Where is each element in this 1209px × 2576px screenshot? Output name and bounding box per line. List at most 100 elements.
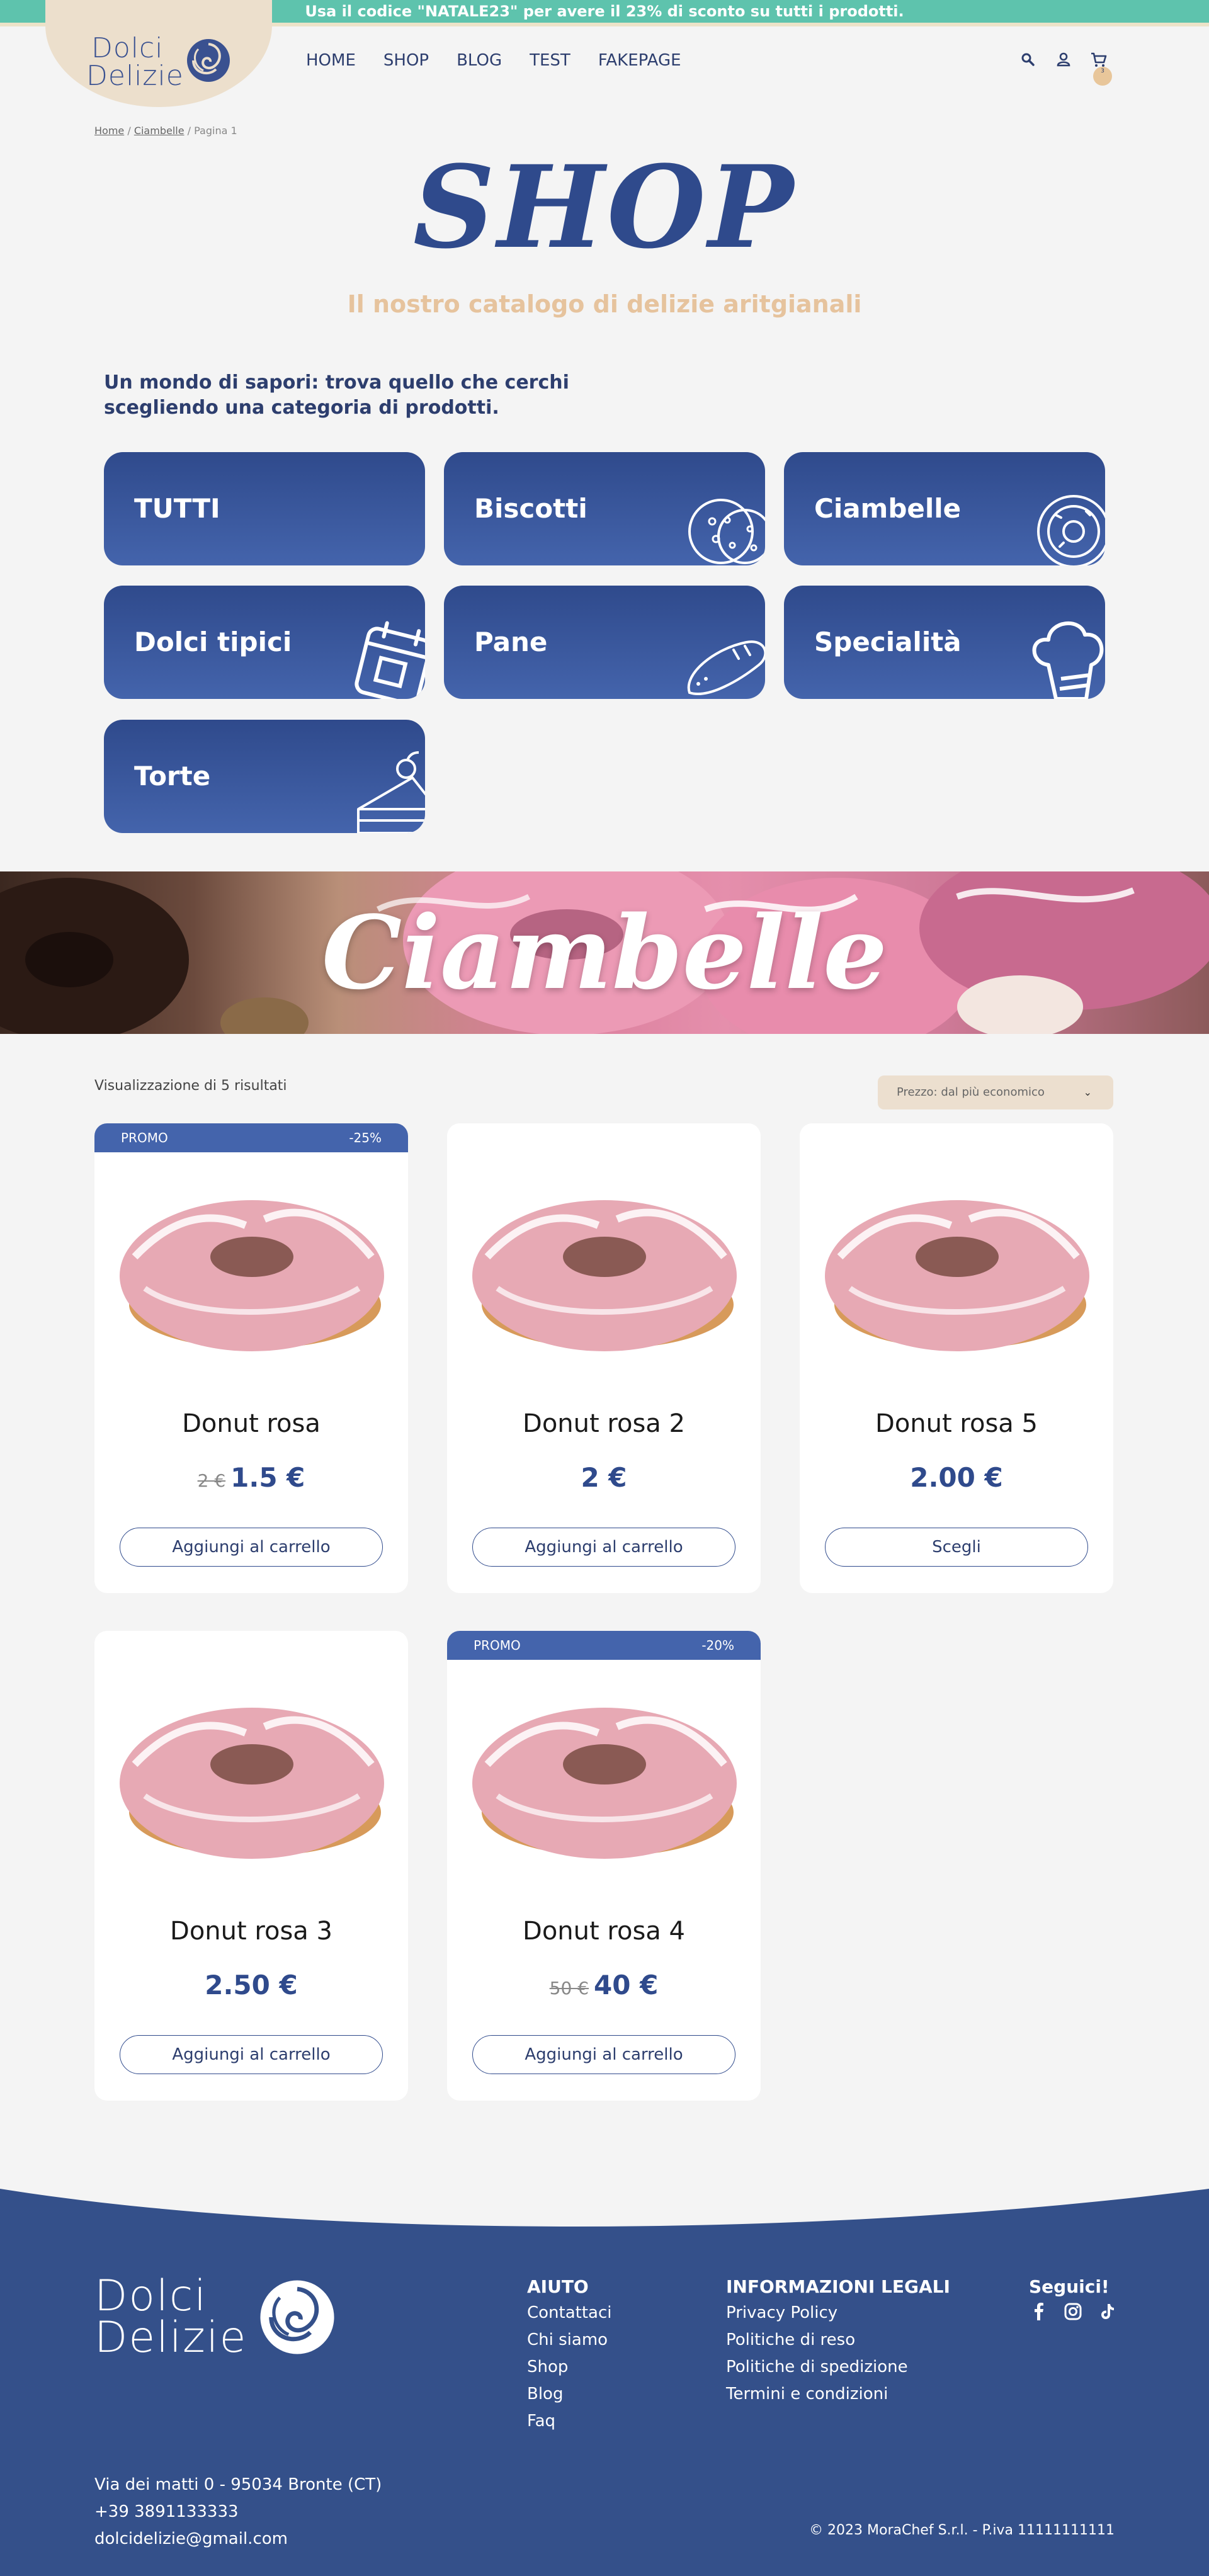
product-card[interactable]: PROMO -20% Donut rosa 4 50 €40 € Aggiung… <box>447 1631 761 2101</box>
footer-phone[interactable]: +39 3891133333 <box>94 2499 382 2526</box>
add-to-cart-button[interactable]: Aggiungi al carrello <box>120 1528 383 1567</box>
breadcrumb-current: Pagina 1 <box>194 125 237 137</box>
footer-logo-line-1: Dolci <box>94 2271 208 2321</box>
main-nav: HOME SHOP BLOG TEST FAKEPAGE <box>306 50 681 71</box>
footer-copyright: © 2023 MoraChef S.r.l. - P.iva 111111111… <box>809 2522 1115 2538</box>
footer-link-chi-siamo[interactable]: Chi siamo <box>527 2327 612 2354</box>
category-label: Biscotti <box>474 493 587 524</box>
sort-select[interactable]: Prezzo: dal più economico ⌄ <box>878 1075 1113 1109</box>
nav-test[interactable]: TEST <box>530 50 570 71</box>
footer-link-contattaci[interactable]: Contattaci <box>527 2300 612 2327</box>
footer-link-shipping[interactable]: Politiche di spedizione <box>726 2354 950 2381</box>
bread-icon <box>687 640 765 695</box>
product-image[interactable] <box>120 1162 384 1370</box>
nav-blog[interactable]: BLOG <box>457 50 502 71</box>
footer-link-shop[interactable]: Shop <box>527 2354 612 2381</box>
footer-social-title: Seguici! <box>1029 2276 1110 2297</box>
category-label: Specialità <box>814 627 962 657</box>
category-tile-torte[interactable]: Torte <box>104 720 425 833</box>
nav-home[interactable]: HOME <box>306 50 356 71</box>
footer-logo[interactable]: Dolci Delizie <box>94 2271 258 2363</box>
user-icon[interactable] <box>1054 50 1073 69</box>
tiktok-icon[interactable] <box>1097 2301 1117 2322</box>
chevron-down-icon: ⌄ <box>1083 1086 1092 1098</box>
breadcrumb-category[interactable]: Ciambelle <box>134 125 184 137</box>
category-label: Torte <box>134 761 211 792</box>
nav-fakepage[interactable]: FAKEPAGE <box>598 50 681 71</box>
product-name[interactable]: Donut rosa <box>94 1408 408 1439</box>
footer-legal-title: INFORMAZIONI LEGALI <box>726 2276 950 2297</box>
category-label: Pane <box>474 627 548 657</box>
nav-shop[interactable]: SHOP <box>383 50 429 71</box>
product-price: 2 € <box>447 1462 761 1494</box>
cookie-icon <box>688 499 765 564</box>
footer-address: Via dei matti 0 - 95034 Bronte (CT) <box>94 2475 382 2494</box>
product-name[interactable]: Donut rosa 4 <box>447 1915 761 1947</box>
category-intro-text: Un mondo di sapori: trova quello che cer… <box>104 372 569 419</box>
instagram-icon[interactable] <box>1063 2301 1083 2322</box>
product-card[interactable]: Donut rosa 3 2.50 € Aggiungi al carrello <box>94 1631 408 2101</box>
footer-link-blog[interactable]: Blog <box>527 2381 612 2408</box>
logo-line-1: Dolci <box>91 32 164 64</box>
current-price: 2.00 € <box>910 1462 1003 1493</box>
product-card[interactable]: Donut rosa 5 2.00 € Scegli <box>800 1123 1113 1593</box>
logo-line-2: Delizie <box>86 60 184 92</box>
chef-hat-icon <box>1032 621 1104 699</box>
product-card[interactable]: Donut rosa 2 2 € Aggiungi al carrello <box>447 1123 761 1593</box>
search-icon[interactable] <box>1019 50 1038 69</box>
category-label: TUTTI <box>134 493 220 524</box>
category-label: Ciambelle <box>814 493 962 524</box>
social-links <box>1029 2301 1117 2322</box>
product-name[interactable]: Donut rosa 3 <box>94 1915 408 1947</box>
donut-icon <box>1037 495 1105 565</box>
promo-label: PROMO <box>474 1638 521 1653</box>
breadcrumb-home[interactable]: Home <box>94 125 124 137</box>
footer-legal-column: INFORMAZIONI LEGALI Privacy Policy Polit… <box>726 2276 950 2408</box>
page-title: SHOP <box>412 141 797 274</box>
choose-button[interactable]: Scegli <box>825 1528 1088 1567</box>
current-price: 1.5 € <box>230 1462 305 1493</box>
product-price: 2.00 € <box>800 1462 1113 1494</box>
product-image[interactable] <box>120 1670 384 1878</box>
add-to-cart-button[interactable]: Aggiungi al carrello <box>472 2035 735 2074</box>
promo-label: PROMO <box>121 1130 168 1145</box>
category-tile-tutti[interactable]: TUTTI <box>104 452 425 565</box>
category-tile-dolci-tipici[interactable]: Dolci tipici <box>104 586 425 699</box>
footer-link-terms[interactable]: Termini e condizioni <box>726 2381 950 2408</box>
footer-help-column: AIUTO Contattaci Chi siamo Shop Blog Faq <box>527 2276 612 2435</box>
category-label: Dolci tipici <box>134 627 292 657</box>
product-image[interactable] <box>825 1162 1089 1370</box>
current-price: 40 € <box>594 1970 659 2000</box>
footer-link-faq[interactable]: Faq <box>527 2408 612 2435</box>
swirl-logo-icon <box>187 39 230 82</box>
cart-icon[interactable]: 3 <box>1089 50 1112 86</box>
product-name[interactable]: Donut rosa 2 <box>447 1408 761 1439</box>
add-to-cart-button[interactable]: Aggiungi al carrello <box>120 2035 383 2074</box>
breadcrumb: Home / Ciambelle / Pagina 1 <box>94 125 237 137</box>
product-price: 50 €40 € <box>447 1970 761 2001</box>
discount-label: -20% <box>701 1638 734 1653</box>
category-tile-specialita[interactable]: Specialità <box>784 586 1105 699</box>
footer-link-privacy[interactable]: Privacy Policy <box>726 2300 950 2327</box>
add-to-cart-button[interactable]: Aggiungi al carrello <box>472 1528 735 1567</box>
calendar-icon <box>355 621 425 699</box>
product-image[interactable] <box>472 1162 737 1370</box>
promo-ribbon: PROMO -25% <box>94 1123 408 1152</box>
category-tile-pane[interactable]: Pane <box>444 586 765 699</box>
category-tile-ciambelle[interactable]: Ciambelle <box>784 452 1105 565</box>
page-subtitle: Il nostro catalogo di delizie aritgianal… <box>347 290 862 318</box>
header-actions: 3 <box>1019 50 1112 86</box>
discount-label: -25% <box>349 1130 382 1145</box>
logo[interactable]: Dolci Delizie <box>86 32 192 90</box>
facebook-icon[interactable] <box>1029 2301 1049 2322</box>
current-price: 2 € <box>581 1462 627 1493</box>
product-name[interactable]: Donut rosa 5 <box>800 1408 1113 1439</box>
product-image[interactable] <box>472 1670 737 1878</box>
footer-email[interactable]: dolcidelizie@gmail.com <box>94 2526 382 2553</box>
category-tile-biscotti[interactable]: Biscotti <box>444 452 765 565</box>
swirl-logo-icon <box>260 2280 334 2354</box>
product-price: 2.50 € <box>94 1970 408 2001</box>
footer-logo-line-2: Delizie <box>94 2313 247 2363</box>
footer-link-returns[interactable]: Politiche di reso <box>726 2327 950 2354</box>
product-card[interactable]: PROMO -25% Donut rosa 2 €1.5 € Aggiungi … <box>94 1123 408 1593</box>
